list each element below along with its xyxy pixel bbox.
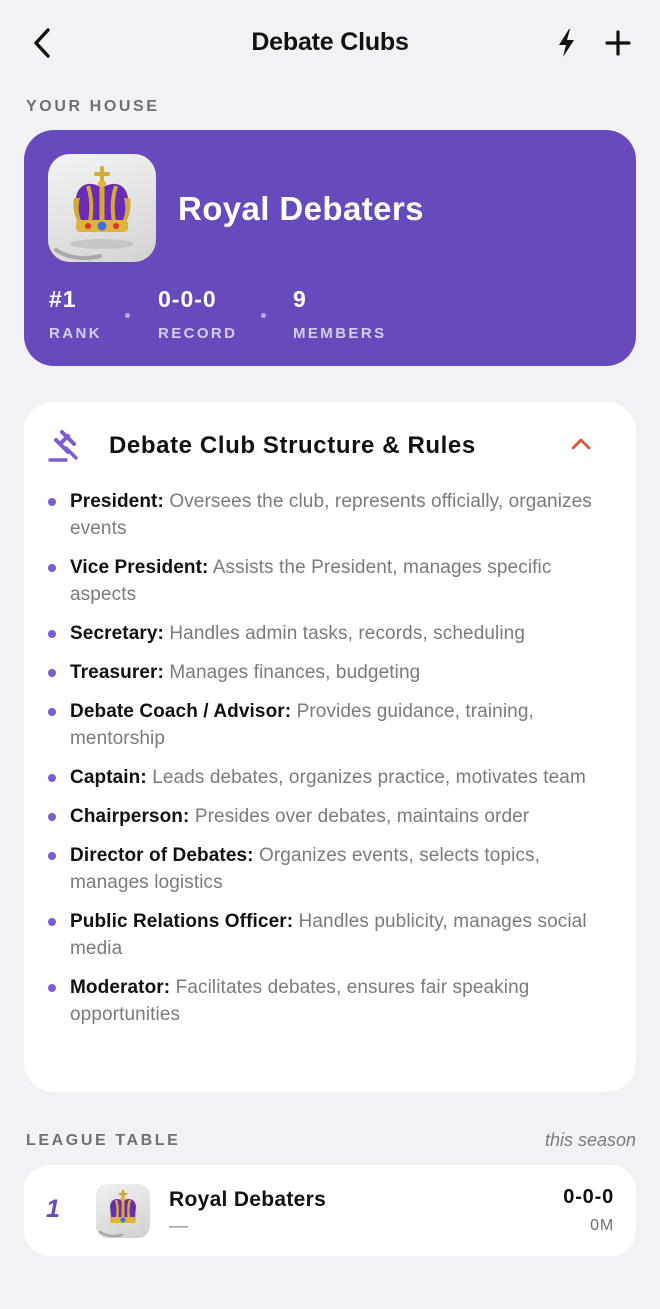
- stat-members: 9 MEMBERS: [293, 286, 386, 342]
- stat-separator: [261, 313, 266, 318]
- stat-members-value: 9: [293, 286, 307, 312]
- club-record: 0-0-0: [563, 1186, 614, 1208]
- house-card[interactable]: Royal Debaters #1 RANK 0-0-0 RECORD 9 ME…: [24, 130, 636, 366]
- rule-role: President:: [70, 491, 164, 512]
- rules-card: Debate Club Structure & Rules President:…: [24, 402, 636, 1092]
- rule-item: Chairperson: Presides over debates, main…: [46, 803, 616, 830]
- rules-icon-wrap: [48, 428, 82, 464]
- rule-item: Debate Coach / Advisor: Provides guidanc…: [46, 698, 616, 752]
- rule-role: Vice President:: [70, 557, 209, 578]
- rule-item: Public Relations Officer: Handles public…: [46, 908, 616, 962]
- collapse-toggle[interactable]: [570, 436, 592, 452]
- rule-item: President: Oversees the club, represents…: [46, 488, 616, 542]
- house-emblem: [48, 154, 156, 262]
- rules-list: President: Oversees the club, represents…: [46, 488, 616, 1040]
- rule-role: Moderator:: [70, 977, 171, 998]
- rule-item: Captain: Leads debates, organizes practi…: [46, 764, 616, 791]
- crown-icon: [98, 1189, 136, 1238]
- rule-desc: Manages finances, budgeting: [169, 662, 421, 683]
- league-rank: 1: [46, 1195, 60, 1223]
- stat-rank-label: RANK: [49, 325, 102, 342]
- rule-item: Treasurer: Manages finances, budgeting: [46, 659, 616, 686]
- quick-action-button[interactable]: [553, 27, 581, 59]
- rule-desc: Presides over debates, maintains order: [194, 806, 530, 827]
- stat-record-label: RECORD: [158, 325, 238, 342]
- rule-item: Vice President: Assists the President, m…: [46, 554, 616, 608]
- rule-desc: Leads debates, organizes practice, motiv…: [152, 767, 586, 788]
- house-name: Royal Debaters: [178, 190, 424, 227]
- crown-icon: [54, 166, 134, 260]
- rule-item: Secretary: Handles admin tasks, records,…: [46, 620, 616, 647]
- stat-record-value: 0-0-0: [158, 286, 217, 312]
- lightning-bolt-icon: [559, 29, 574, 57]
- stat-record: 0-0-0 RECORD: [158, 286, 237, 342]
- rule-role: Treasurer:: [70, 662, 164, 683]
- chevron-up-icon: [571, 438, 591, 450]
- rule-role: Captain:: [70, 767, 147, 788]
- rule-role: Public Relations Officer:: [70, 911, 294, 932]
- your-house-label: YOUR HOUSE: [26, 98, 160, 115]
- league-table-label: LEAGUE TABLE: [26, 1132, 181, 1149]
- stat-rank: #1 RANK: [49, 286, 102, 342]
- stat-rank-value: #1: [49, 286, 77, 312]
- add-club-button[interactable]: [603, 28, 633, 58]
- plus-icon: [605, 30, 631, 56]
- season-hint: this season: [544, 1130, 636, 1150]
- rule-role: Director of Debates:: [70, 845, 254, 866]
- stat-separator: [125, 313, 130, 318]
- gavel-icon: [48, 430, 78, 462]
- rule-role: Debate Coach / Advisor:: [70, 701, 292, 722]
- league-row[interactable]: 1 Royal Debaters — 0-0-0 0M: [24, 1165, 636, 1256]
- rule-desc: Handles admin tasks, records, scheduling: [169, 623, 526, 644]
- debate-clubs-screen: Debate Clubs YOUR HOUSE Royal Debaters #…: [0, 0, 660, 1309]
- rule-role: Secretary:: [70, 623, 164, 644]
- rules-title: Debate Club Structure & Rules: [109, 432, 476, 459]
- stat-members-label: MEMBERS: [293, 325, 387, 342]
- club-emblem: [96, 1184, 150, 1238]
- rule-role: Chairperson:: [70, 806, 190, 827]
- rule-item: Moderator: Facilitates debates, ensures …: [46, 974, 616, 1028]
- club-points: 0M: [590, 1217, 614, 1234]
- rule-item: Director of Debates: Organizes events, s…: [46, 842, 616, 896]
- nav-bar: Debate Clubs: [0, 0, 660, 86]
- club-name: Royal Debaters: [169, 1188, 327, 1211]
- club-subtitle: —: [169, 1216, 188, 1237]
